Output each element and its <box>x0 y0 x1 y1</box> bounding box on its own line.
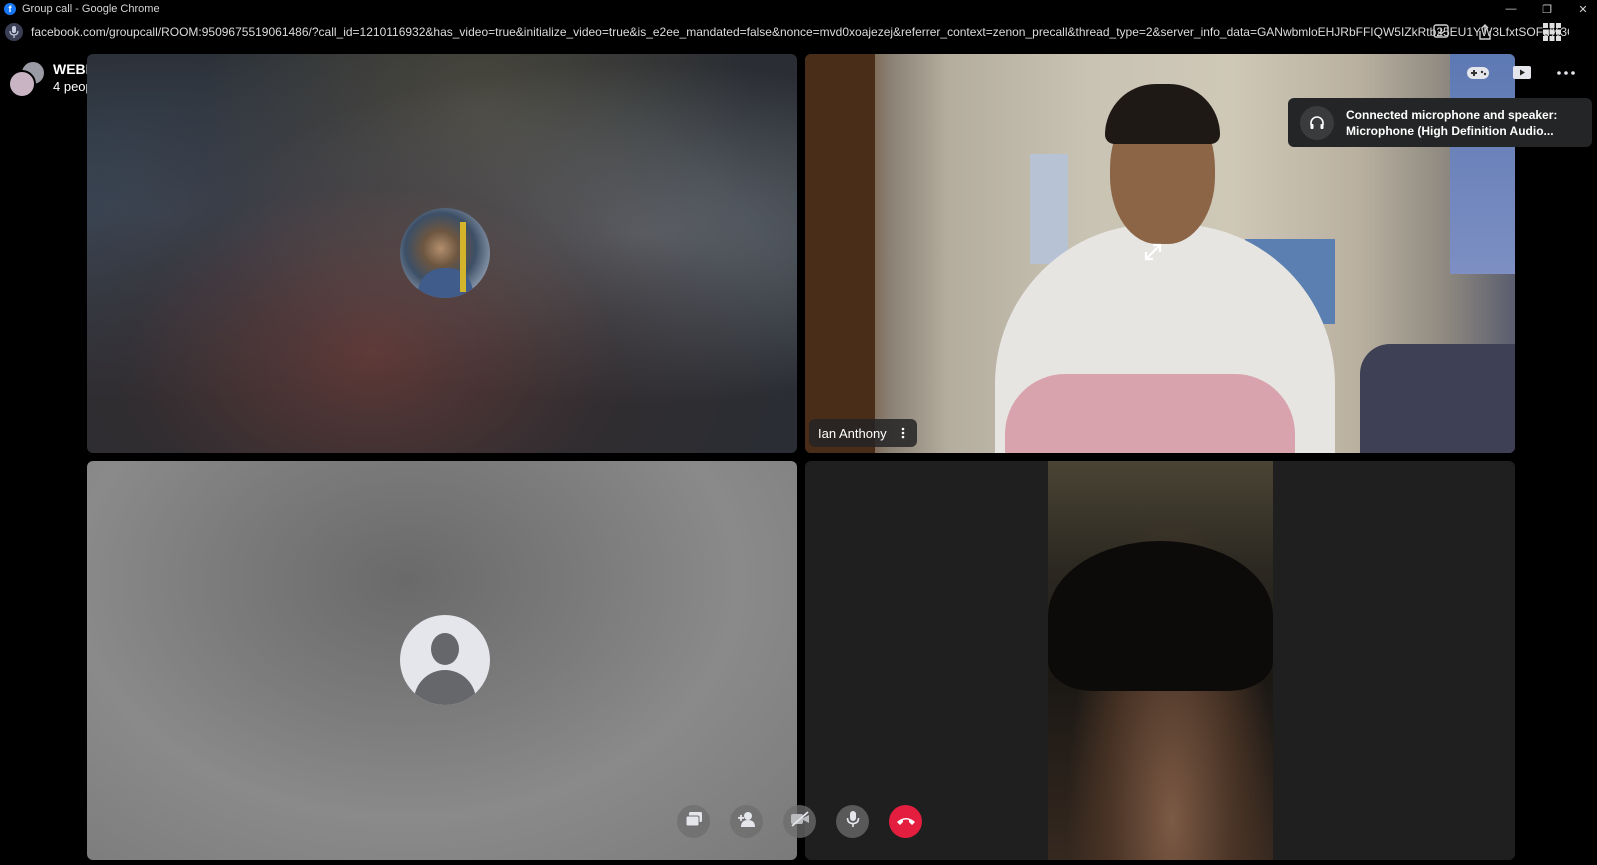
more-icon[interactable] <box>1553 62 1579 84</box>
headphones-icon <box>1300 105 1334 140</box>
end-call-button[interactable] <box>889 805 922 838</box>
add-person-icon <box>737 811 757 832</box>
video-person <box>1005 374 1295 453</box>
call-top-actions <box>1465 62 1579 84</box>
add-person-button[interactable] <box>730 805 763 838</box>
participant-name-pill: Ian Anthony <box>809 419 917 447</box>
video-background <box>1450 54 1515 274</box>
toast-line-1: Connected microphone and speaker: <box>1346 107 1558 122</box>
participant-tile[interactable] <box>87 54 797 453</box>
present-icon[interactable] <box>1509 62 1535 84</box>
window-titlebar: f Group call - Google Chrome — ❐ ✕ <box>0 0 1597 18</box>
mic-indicator-icon[interactable] <box>5 23 23 41</box>
url-text[interactable]: facebook.com/groupcall/ROOM:950967551906… <box>31 25 1569 39</box>
end-call-icon <box>896 813 916 831</box>
call-controls <box>677 805 922 838</box>
address-bar: facebook.com/groupcall/ROOM:950967551906… <box>0 18 1597 46</box>
camera-off-icon <box>790 811 810 832</box>
install-app-icon[interactable] <box>1430 21 1452 43</box>
restore-icon[interactable]: ❐ <box>1539 3 1555 16</box>
video-background <box>805 54 875 453</box>
window-controls: — ❐ ✕ <box>1503 0 1591 18</box>
audio-device-toast: Connected microphone and speaker: Microp… <box>1288 98 1592 147</box>
expand-icon[interactable] <box>1142 241 1164 263</box>
share-screen-button[interactable] <box>677 805 710 838</box>
minimize-icon[interactable]: — <box>1503 3 1519 15</box>
default-avatar-icon <box>400 615 490 705</box>
toast-line-2: Microphone (High Definition Audio... <box>1346 123 1554 138</box>
video-background <box>1030 154 1068 264</box>
window-title: Group call - Google Chrome <box>22 3 160 15</box>
app-grid-icon[interactable] <box>1541 21 1563 43</box>
self-video-tile[interactable] <box>805 461 1515 860</box>
camera-toggle-button[interactable] <box>783 805 816 838</box>
participant-name: Ian Anthony <box>818 425 887 441</box>
close-icon[interactable]: ✕ <box>1575 3 1591 16</box>
toast-message: Connected microphone and speaker: Microp… <box>1346 107 1557 139</box>
video-person <box>1105 84 1220 144</box>
participant-tile[interactable] <box>87 461 797 860</box>
gamepad-icon[interactable] <box>1465 62 1491 84</box>
self-video-person <box>1048 541 1273 691</box>
avatar-torso <box>414 670 476 705</box>
avatar-pole <box>460 222 466 292</box>
share-screen-icon <box>685 811 703 832</box>
participant-avatar <box>400 208 490 298</box>
facebook-favicon-icon: f <box>4 3 16 15</box>
participant-options-icon[interactable] <box>897 425 909 441</box>
microphone-button[interactable] <box>836 805 869 838</box>
microphone-icon <box>846 810 860 833</box>
share-icon[interactable] <box>1474 21 1496 43</box>
avatar-head <box>431 633 459 665</box>
group-avatar <box>8 60 46 98</box>
video-background <box>1360 344 1515 453</box>
member-avatar <box>8 70 36 98</box>
